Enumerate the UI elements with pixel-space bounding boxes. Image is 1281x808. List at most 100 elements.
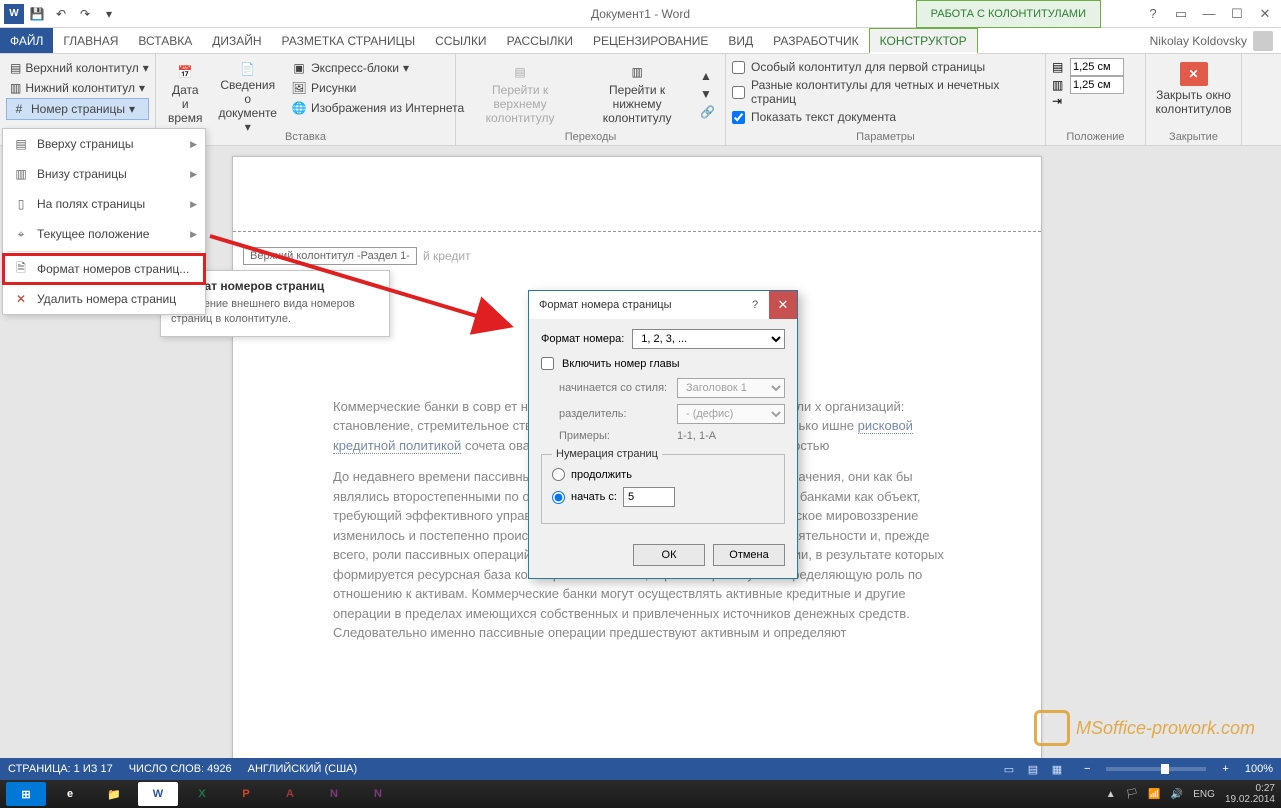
zoom-slider[interactable]: [1106, 767, 1206, 771]
include-chapter-checkbox[interactable]: [541, 357, 554, 370]
ok-button[interactable]: ОК: [633, 544, 705, 566]
close-header-footer-button[interactable]: ✕ Закрыть окно колонтитулов: [1150, 58, 1238, 120]
tab-review[interactable]: РЕЦЕНЗИРОВАНИЕ: [583, 28, 718, 53]
status-page[interactable]: СТРАНИЦА: 1 ИЗ 17: [8, 763, 113, 775]
taskbar-powerpoint[interactable]: P: [226, 782, 266, 806]
tab-insert[interactable]: ВСТАВКА: [128, 28, 202, 53]
align-tab-button[interactable]: ⇥: [1052, 94, 1139, 108]
group-position: ▤ ▥ ⇥ Положение: [1046, 54, 1146, 145]
separator-select: - (дефис): [677, 404, 785, 424]
ribbon-collapse-icon[interactable]: ▭: [1169, 4, 1193, 24]
header-button[interactable]: ▤Верхний колонтитул ▾: [6, 58, 149, 78]
tab-file[interactable]: ФАЙЛ: [0, 28, 53, 53]
menu-format-page-numbers[interactable]: 🗎Формат номеров страниц...: [3, 254, 205, 284]
tab-mailings[interactable]: РАССЫЛКИ: [497, 28, 583, 53]
taskbar-explorer[interactable]: 📁: [94, 782, 134, 806]
format-icon: 🗎: [13, 261, 29, 277]
taskbar-excel[interactable]: X: [182, 782, 222, 806]
group-label-close: Закрытие: [1146, 131, 1241, 143]
zoom-in-icon[interactable]: +: [1222, 763, 1228, 775]
page-number-format-dialog: Формат номера страницы ? ✕ Формат номера…: [528, 290, 798, 579]
zoom-level[interactable]: 100%: [1245, 763, 1273, 775]
web-layout-icon[interactable]: ▦: [1046, 760, 1068, 778]
examples-value: 1-1, 1-A: [677, 430, 716, 442]
redo-icon[interactable]: ↷: [74, 3, 96, 25]
read-mode-icon[interactable]: ▭: [998, 760, 1020, 778]
online-pictures-button[interactable]: 🌐Изображения из Интернета: [287, 98, 468, 118]
menu-top-of-page[interactable]: ▤Вверху страницы▶: [3, 129, 205, 159]
group-close: ✕ Закрыть окно колонтитулов Закрытие: [1146, 54, 1242, 145]
goto-header-button[interactable]: ▤Перейти к верхнему колонтитулу: [462, 58, 578, 129]
undo-icon[interactable]: ↶: [50, 3, 72, 25]
tab-layout[interactable]: РАЗМЕТКА СТРАНИЦЫ: [272, 28, 426, 53]
taskbar-ie[interactable]: e: [50, 782, 90, 806]
nav-next-icon[interactable]: ▼: [696, 85, 719, 103]
continue-radio[interactable]: [552, 468, 565, 481]
quick-parts-button[interactable]: ▣Экспресс-блоки ▾: [287, 58, 468, 78]
ribbon-help-icon[interactable]: ?: [1141, 4, 1165, 24]
tray-volume-icon[interactable]: 🔊: [1171, 789, 1183, 800]
taskbar-onenote2[interactable]: N: [358, 782, 398, 806]
first-page-checkbox[interactable]: Особый колонтитул для первой страницы: [732, 58, 1039, 76]
tab-developer[interactable]: РАЗРАБОТЧИК: [763, 28, 869, 53]
page-number-menu: ▤Вверху страницы▶ ▥Внизу страницы▶ ▯На п…: [2, 128, 206, 315]
header-position-input[interactable]: ▤: [1052, 58, 1139, 76]
goto-header-icon: ▤: [504, 62, 536, 81]
zoom-thumb[interactable]: [1161, 764, 1169, 774]
tab-references[interactable]: ССЫЛКИ: [425, 28, 496, 53]
nav-link-icon[interactable]: 🔗: [696, 103, 719, 121]
print-layout-icon[interactable]: ▤: [1022, 760, 1044, 778]
start-button[interactable]: ⊞: [6, 782, 46, 806]
header-text: й кредит: [423, 249, 471, 263]
cancel-button[interactable]: Отмена: [713, 544, 785, 566]
tray-language[interactable]: ENG: [1193, 789, 1215, 800]
menu-remove-page-numbers[interactable]: ✕Удалить номера страниц: [3, 284, 205, 314]
menu-bottom-of-page[interactable]: ▥Внизу страницы▶: [3, 159, 205, 189]
dialog-title: Формат номера страницы: [539, 299, 672, 311]
group-options: Особый колонтитул для первой страницы Ра…: [726, 54, 1046, 145]
close-window-icon[interactable]: ✕: [1253, 4, 1277, 24]
tab-home[interactable]: ГЛАВНАЯ: [53, 28, 128, 53]
remove-icon: ✕: [13, 291, 29, 307]
taskbar-onenote[interactable]: N: [314, 782, 354, 806]
doc-info-button[interactable]: 📄Сведения о документе ▾: [212, 58, 283, 129]
page-number-button[interactable]: #Номер страницы ▾: [6, 98, 149, 120]
pictures-button[interactable]: 🖼Рисунки: [287, 78, 468, 98]
tray-up-icon[interactable]: ▲: [1106, 789, 1116, 800]
zoom-out-icon[interactable]: −: [1084, 763, 1090, 775]
minimize-icon[interactable]: —: [1197, 4, 1221, 24]
start-at-input[interactable]: [623, 487, 675, 507]
dialog-help-icon[interactable]: ?: [741, 291, 769, 319]
menu-current-position[interactable]: ⌖Текущее положение▶: [3, 219, 205, 249]
dialog-titlebar[interactable]: Формат номера страницы ? ✕: [529, 291, 797, 319]
taskbar-access[interactable]: A: [270, 782, 310, 806]
qat-more-icon[interactable]: ▾: [98, 3, 120, 25]
dialog-close-icon[interactable]: ✕: [769, 291, 797, 319]
tab-design[interactable]: ДИЗАЙН: [202, 28, 271, 53]
menu-page-margins[interactable]: ▯На полях страницы▶: [3, 189, 205, 219]
goto-footer-button[interactable]: ▥Перейти к нижнему колонтитулу: [580, 58, 694, 129]
tray-action-icon[interactable]: 🏳: [1126, 789, 1139, 800]
date-time-button[interactable]: 📅Дата и время: [162, 58, 208, 129]
show-doc-checkbox[interactable]: Показать текст документа: [732, 108, 1039, 126]
footer-button[interactable]: ▥Нижний колонтитул ▾: [6, 78, 149, 98]
tray-network-icon[interactable]: 📶: [1148, 789, 1160, 800]
user-account[interactable]: Nikolay Koldovsky: [1142, 28, 1281, 53]
taskbar-word[interactable]: W: [138, 782, 178, 806]
number-format-select[interactable]: 1, 2, 3, ...: [632, 329, 785, 349]
footer-pos-icon: ▥: [1052, 78, 1066, 92]
tray-clock[interactable]: 0:27 19.02.2014: [1225, 783, 1275, 805]
save-icon[interactable]: 💾: [26, 3, 48, 25]
start-at-radio[interactable]: [552, 491, 565, 504]
view-mode-buttons: ▭ ▤ ▦: [998, 760, 1068, 778]
odd-even-checkbox[interactable]: Разные колонтитулы для четных и нечетных…: [732, 76, 1039, 108]
style-select: Заголовок 1: [677, 378, 785, 398]
tab-view[interactable]: ВИД: [718, 28, 763, 53]
header-pos-icon: ▤: [1052, 60, 1066, 74]
footer-position-input[interactable]: ▥: [1052, 76, 1139, 94]
nav-prev-icon[interactable]: ▲: [696, 67, 719, 85]
tab-designer[interactable]: КОНСТРУКТОР: [869, 28, 978, 54]
status-words[interactable]: ЧИСЛО СЛОВ: 4926: [129, 763, 232, 775]
maximize-icon[interactable]: ☐: [1225, 4, 1249, 24]
status-language[interactable]: АНГЛИЙСКИЙ (США): [248, 763, 358, 775]
